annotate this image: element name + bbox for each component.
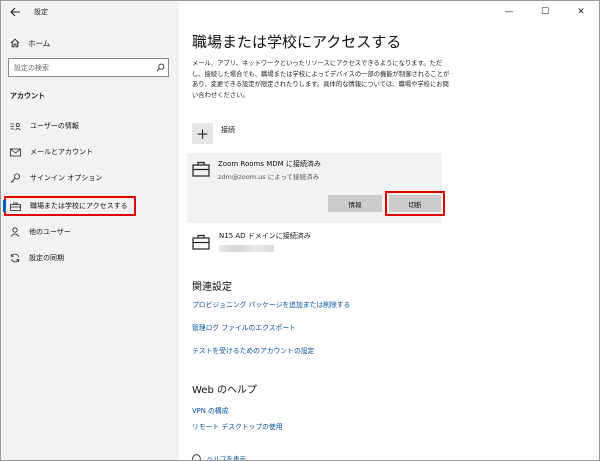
page-title: 職場または学校にアクセスする <box>192 33 402 51</box>
account-name: N15 AD ドメインに接続済み <box>219 232 311 240</box>
page-description: メール、アプリ、ネットワークといったリソースにアクセスできるようになります。ただ… <box>192 60 450 99</box>
help-icon <box>192 453 201 460</box>
section-label: アカウント <box>10 92 45 100</box>
app-title: 設定 <box>34 8 48 16</box>
account-card-zoom[interactable]: Zoom Rooms MDM に接続済み zdm@zoom.us によって接続済… <box>187 153 445 223</box>
maximize-button[interactable]: ☐ <box>527 1 563 23</box>
get-help-link[interactable]: ヘルプを表示 <box>192 453 246 461</box>
briefcase-icon <box>10 202 21 211</box>
back-arrow-icon <box>9 7 20 17</box>
sidebar-item-mail[interactable]: メールとアカウント <box>1 142 179 162</box>
person-icon <box>10 227 20 237</box>
info-button[interactable]: 情報 <box>328 195 382 212</box>
window-controls: — ☐ ✕ <box>491 1 599 23</box>
sidebar-item-user-info[interactable]: ユーザーの情報 <box>1 116 179 136</box>
account-name: Zoom Rooms MDM に接続済み <box>218 160 321 168</box>
search-input[interactable] <box>9 63 152 72</box>
title-bar: 設定 <box>1 1 179 23</box>
sidebar-item-signin[interactable]: サインイン オプション <box>1 168 179 188</box>
connect-label: 接続 <box>221 125 235 134</box>
link-vpn-config[interactable]: VPN の構成 <box>192 405 228 415</box>
link-remote-desktop[interactable]: リモート デスクトップの使用 <box>192 421 283 431</box>
back-button[interactable] <box>4 1 26 23</box>
link-export-logs[interactable]: 管理ログ ファイルのエクスポート <box>192 322 296 332</box>
sidebar-item-label: 設定の同期 <box>29 254 64 262</box>
search-box[interactable] <box>8 58 169 77</box>
sidebar-item-label: ユーザーの情報 <box>30 122 79 130</box>
sidebar-item-label: 他のユーザー <box>29 228 71 236</box>
minimize-button[interactable]: — <box>491 1 527 23</box>
related-settings-heading: 関連設定 <box>192 282 232 293</box>
get-help-label: ヘルプを表示 <box>207 455 246 461</box>
disconnect-button[interactable]: 切断 <box>389 195 441 212</box>
briefcase-icon <box>192 161 210 177</box>
user-info-icon <box>10 122 21 130</box>
disconnect-highlight: 切断 <box>385 191 445 216</box>
search-icon[interactable] <box>152 63 168 72</box>
sidebar-item-label: サインイン オプション <box>30 174 103 182</box>
sidebar-item-sync[interactable]: 設定の同期 <box>1 248 179 268</box>
settings-window: 設定 ホーム アカウント ユーザーの情報 <box>0 0 600 461</box>
redacted-text <box>219 245 274 252</box>
main-content: 職場または学校にアクセスする メール、アプリ、ネットワークといったリソースにアク… <box>179 1 599 461</box>
sidebar: 設定 ホーム アカウント ユーザーの情報 <box>1 1 179 460</box>
sidebar-item-label: メールとアカウント <box>30 148 93 156</box>
sidebar-item-other-users[interactable]: 他のユーザー <box>1 222 179 242</box>
link-provisioning-package[interactable]: プロビジョニング パッケージを追加または削除する <box>192 299 350 309</box>
briefcase-icon <box>192 234 210 250</box>
web-help-heading: Web のヘルプ <box>192 385 257 396</box>
account-subtitle: zdm@zoom.us によって接続済み <box>218 173 320 181</box>
sync-icon <box>10 253 20 263</box>
link-test-account[interactable]: テストを受けるためのアカウントの設定 <box>192 345 314 355</box>
account-item-ad[interactable]: N15 AD ドメインに接続済み <box>192 231 311 252</box>
mail-icon <box>10 148 21 156</box>
nav-home-label: ホーム <box>28 38 51 48</box>
close-button[interactable]: ✕ <box>563 1 599 23</box>
plus-icon: + <box>192 123 213 144</box>
home-icon <box>10 38 20 48</box>
sidebar-item-work-school[interactable]: 職場または学校にアクセスする <box>3 196 136 216</box>
sidebar-item-label: 職場または学校にアクセスする <box>30 202 128 210</box>
key-icon <box>10 173 20 183</box>
nav-home[interactable]: ホーム <box>1 34 179 52</box>
connect-button[interactable]: + 接続 <box>192 123 235 144</box>
